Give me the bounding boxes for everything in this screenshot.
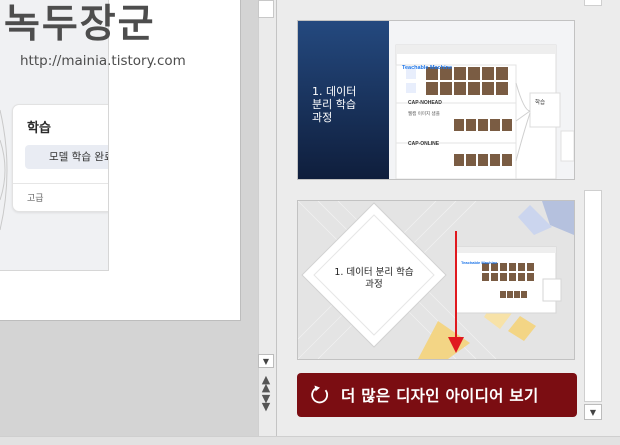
design-2-title: 1. 데이터 분리 학습 과정 bbox=[334, 267, 414, 290]
more-design-ideas-label: 더 많은 디자인 아이디어 보기 bbox=[341, 387, 539, 405]
current-slide[interactable]: 학습 모델 학습 완료 고급 bbox=[0, 0, 241, 321]
double-chevron-down-icon: ▼ ▼ bbox=[261, 392, 271, 413]
watermark-url: http://mainia.tistory.com bbox=[20, 53, 186, 69]
scroll-down-button[interactable]: ▼ bbox=[258, 354, 274, 368]
design-1-train-label: 학습 bbox=[535, 100, 546, 106]
panel-scroll-down-button[interactable]: ▼ bbox=[584, 404, 602, 420]
design-1-sample-label: 웹캠 이미지 샘플 bbox=[408, 112, 440, 117]
design-idea-2[interactable]: Teachable Machine 1. 데이터 분리 학습 과정 bbox=[297, 200, 575, 360]
panel-scroll-top bbox=[584, 0, 602, 6]
design-1-class1: CAP-NOHEAD bbox=[408, 100, 442, 106]
triangle-down-icon: ▼ bbox=[589, 407, 597, 417]
card-title: 학습 bbox=[27, 121, 51, 136]
design-2-app-name: Teachable Machine bbox=[461, 260, 498, 265]
advanced-label: 고급 bbox=[27, 194, 44, 204]
previous-slide-button[interactable]: ▲ ▲ bbox=[258, 373, 274, 394]
design-1-app-name: Teachable Machine bbox=[402, 65, 453, 71]
more-design-ideas-button[interactable]: 더 많은 디자인 아이디어 보기 bbox=[297, 373, 577, 417]
watermark-title: 녹두장군 bbox=[4, 1, 156, 47]
double-chevron-up-icon: ▲ ▲ bbox=[261, 373, 271, 394]
panel-scroll-thumb[interactable] bbox=[584, 190, 602, 402]
training-card: 학습 모델 학습 완료 고급 bbox=[12, 104, 108, 212]
design-1-class2: CAP-ONLINE bbox=[408, 141, 440, 147]
train-model-button: 모델 학습 완료 bbox=[25, 145, 108, 169]
triangle-down-icon: ▼ bbox=[262, 356, 270, 366]
design-1-title: 1. 데이터 분리 학습 과정 bbox=[312, 85, 357, 124]
design-idea-1[interactable]: Teachable Machine CAP-NOHEAD 웹캠 이미지 샘플 C… bbox=[297, 20, 575, 180]
editor-scroll-thumb[interactable] bbox=[258, 0, 274, 18]
refresh-icon bbox=[311, 385, 329, 404]
next-slide-button[interactable]: ▼ ▼ bbox=[258, 392, 274, 413]
card-divider bbox=[13, 183, 108, 184]
